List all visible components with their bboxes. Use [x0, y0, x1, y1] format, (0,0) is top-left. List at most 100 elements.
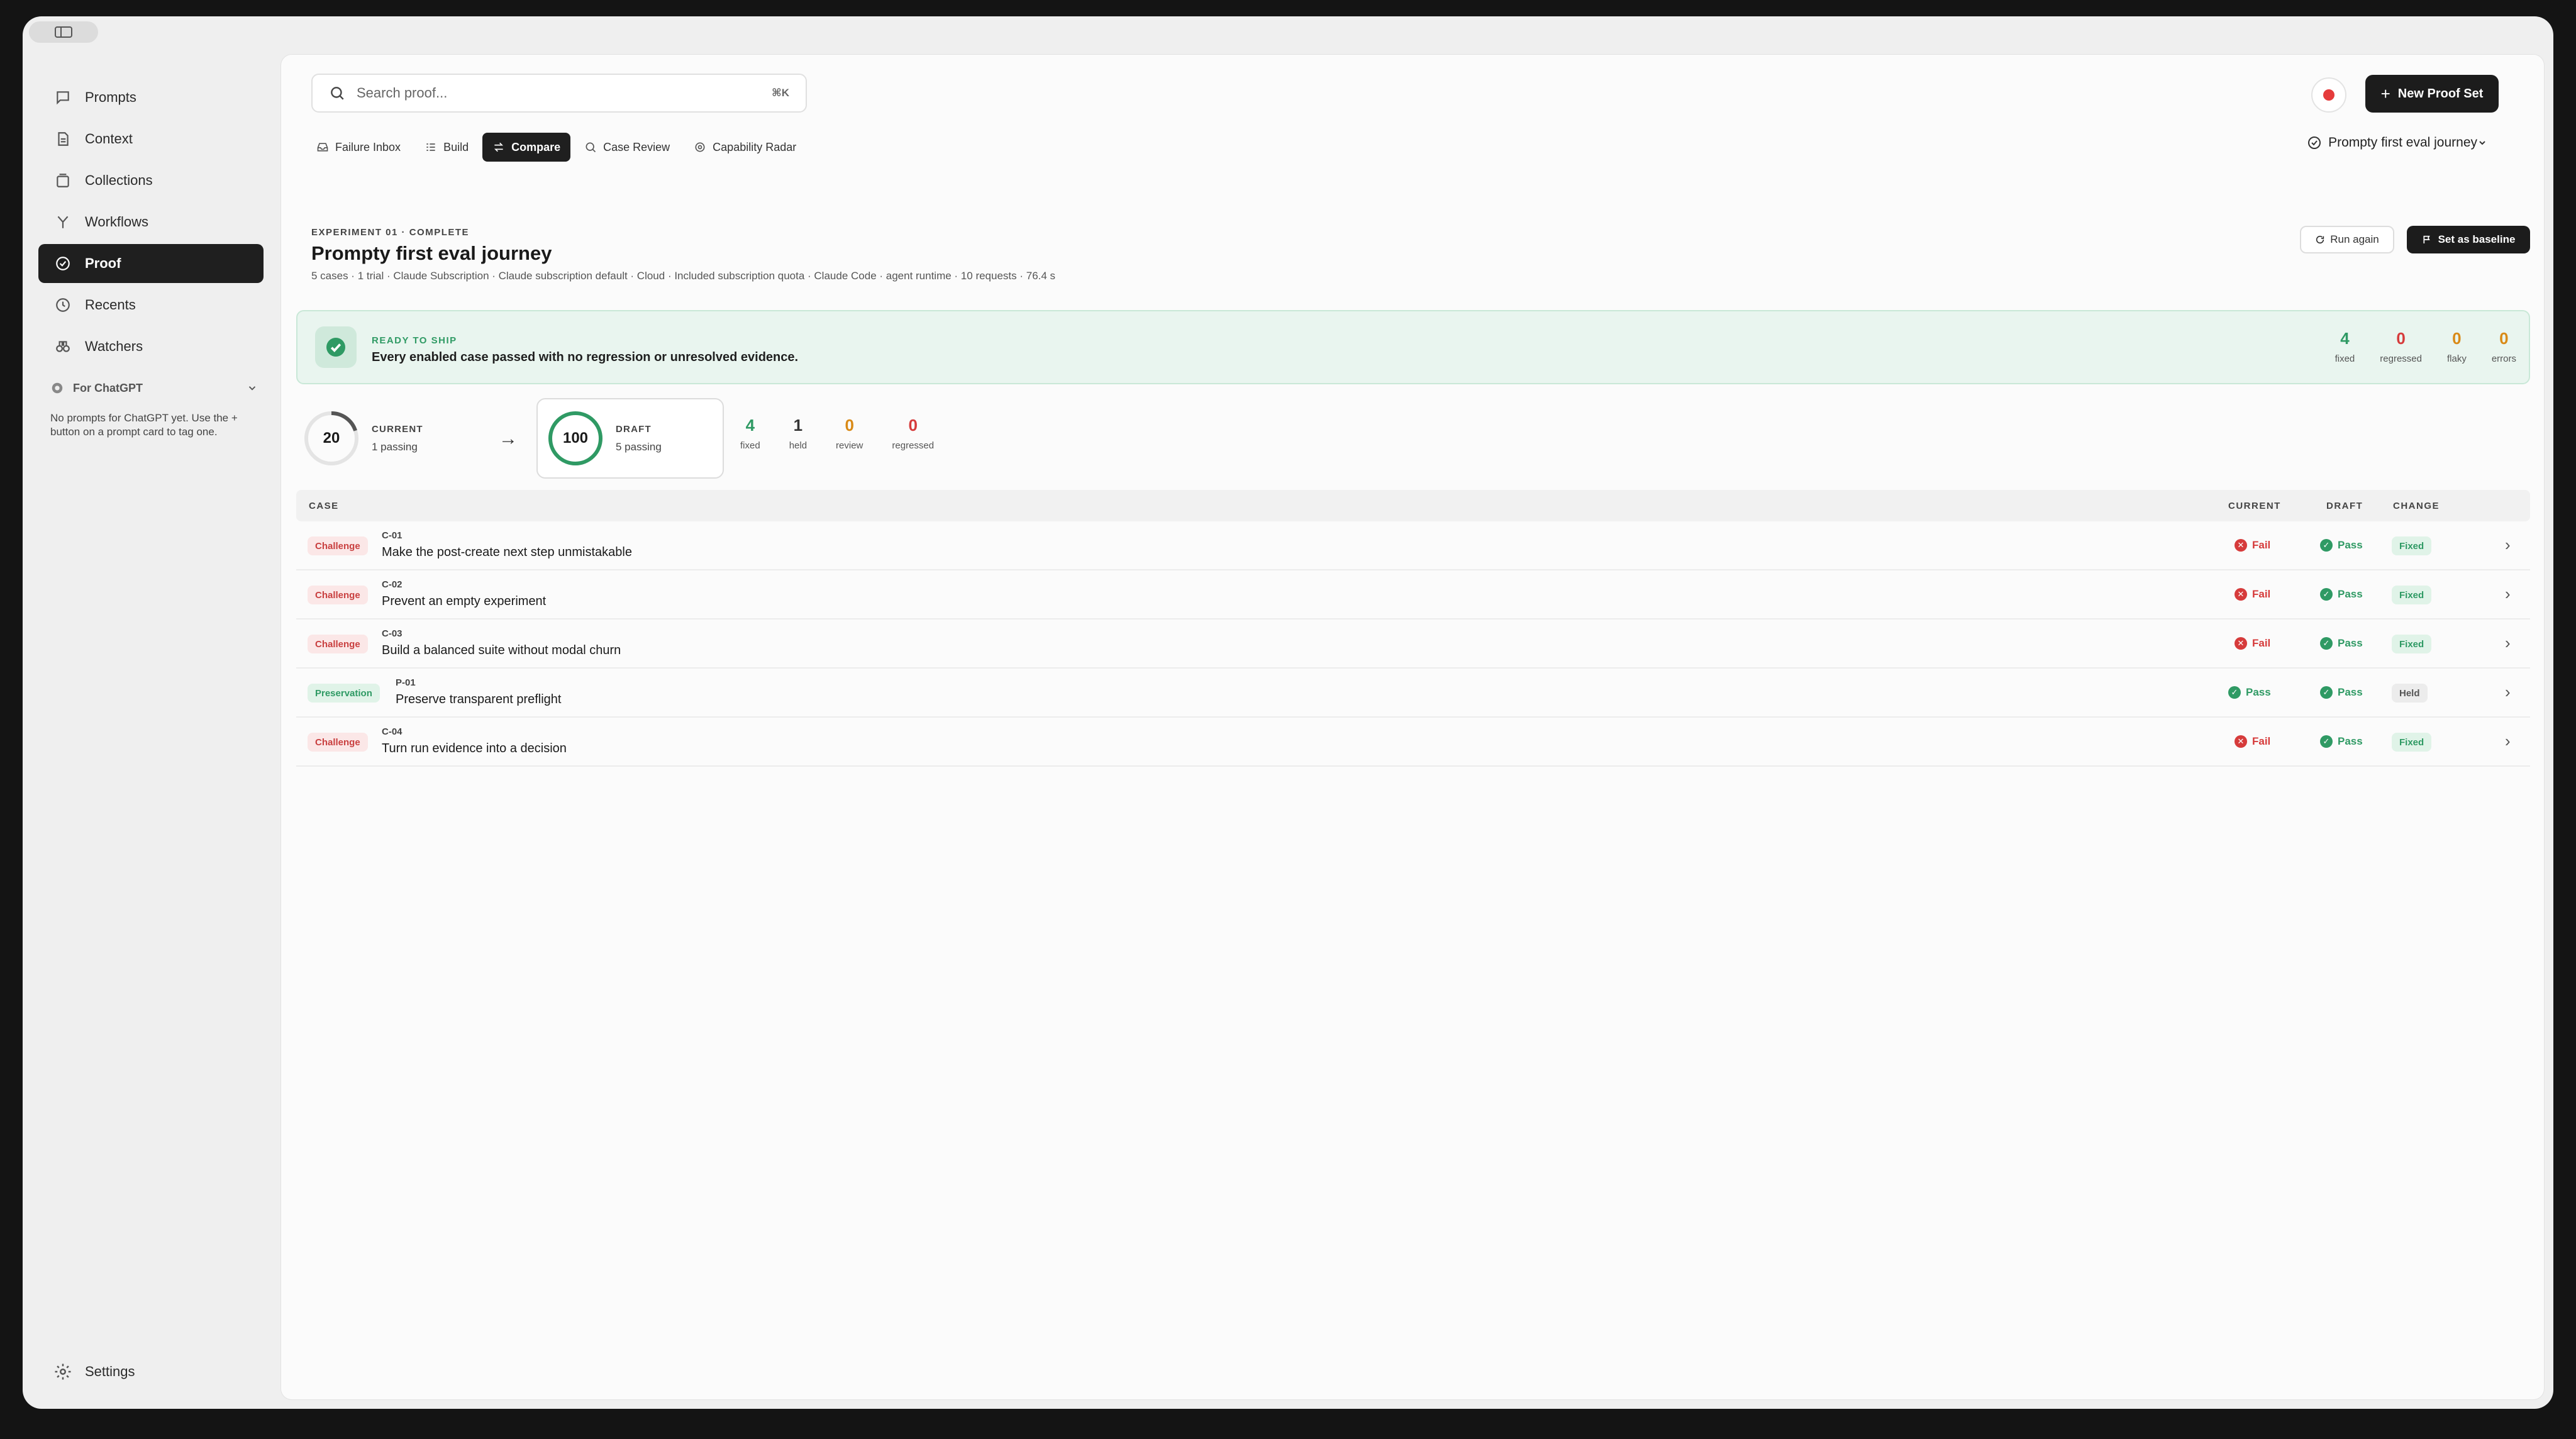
x-circle-icon: ✕	[2235, 735, 2247, 748]
set-baseline-button[interactable]: Set as baseline	[2407, 226, 2530, 253]
case-type-badge: Challenge	[308, 733, 368, 752]
chevron-right-icon: ›	[2505, 731, 2511, 750]
stat-value: 0	[2452, 329, 2462, 348]
status-label: Pass	[2338, 588, 2363, 600]
run-again-label: Run again	[2330, 233, 2379, 245]
current-score-label: CURRENT	[372, 423, 423, 435]
experiment-meta: 5 cases · 1 trial · Claude Subscription …	[311, 270, 1056, 282]
stat-value: 0	[845, 416, 854, 435]
settings-link[interactable]: Settings	[53, 1362, 135, 1381]
check-circle-icon: ✓	[2320, 686, 2333, 699]
current-status: ✕ Fail	[2235, 735, 2270, 748]
sidebar-item-label: Prompts	[85, 89, 136, 105]
sidebar-item-watchers[interactable]: Watchers	[38, 327, 264, 366]
compare-icon	[494, 142, 504, 152]
status-label: Pass	[2338, 539, 2363, 551]
status-label: Pass	[2338, 686, 2363, 698]
check-circle-icon: ✓	[2228, 686, 2241, 699]
case-title: Make the post-create next step unmistaka…	[382, 545, 632, 559]
tab-compare[interactable]: Compare	[482, 133, 571, 162]
chatgpt-section-header[interactable]: For ChatGPT	[50, 381, 258, 395]
tab-build[interactable]: Build	[414, 133, 479, 162]
table-row[interactable]: Challenge C-04 Turn run evidence into a …	[296, 718, 2530, 767]
stat-label: held	[789, 440, 808, 451]
sidebar-nav: Prompts Context Collections Workflows Pr…	[38, 78, 264, 369]
magnifier-icon	[586, 142, 596, 153]
plus-icon: +	[2380, 84, 2390, 103]
stat-value: 0	[2396, 329, 2406, 348]
new-proof-set-button[interactable]: + New Proof Set	[2365, 75, 2499, 113]
search-input[interactable]	[357, 85, 772, 101]
sidebar-item-collections[interactable]: Collections	[38, 161, 264, 200]
draft-status: ✓ Pass	[2320, 735, 2363, 748]
draft-status: ✓ Pass	[2320, 637, 2363, 650]
current-status: ✕ Fail	[2235, 539, 2270, 552]
draft-status: ✓ Pass	[2320, 539, 2363, 552]
sidebar-item-recents[interactable]: Recents	[38, 286, 264, 325]
table-row[interactable]: Challenge C-03 Build a balanced suite wi…	[296, 619, 2530, 669]
draft-score-label: DRAFT	[616, 423, 652, 435]
sidebar-item-context[interactable]: Context	[38, 119, 264, 158]
stat-regressed: 0 regressed	[2380, 329, 2422, 364]
tab-label: Failure Inbox	[335, 140, 401, 153]
status-label: Fail	[2252, 539, 2271, 551]
workflow-icon	[53, 213, 72, 231]
draft-score-card: 100 DRAFT 5 passing	[536, 398, 724, 479]
sidebar-item-workflows[interactable]: Workflows	[38, 203, 264, 242]
table-row[interactable]: Challenge C-01 Make the post-create next…	[296, 521, 2530, 570]
status-label: Fail	[2252, 735, 2271, 747]
proof-set-selector[interactable]: Prompty first eval journey	[2307, 135, 2487, 150]
current-status: ✕ Fail	[2235, 588, 2270, 601]
search-shortcut: ⌘K	[771, 87, 789, 99]
header-draft: DRAFT	[2326, 500, 2363, 511]
list-icon	[426, 143, 435, 151]
sidebar-item-label: Proof	[85, 255, 121, 271]
change-badge: Fixed	[2392, 536, 2432, 555]
set-baseline-label: Set as baseline	[2438, 233, 2516, 245]
case-title: Build a balanced suite without modal chu…	[382, 643, 621, 657]
table-row[interactable]: Preservation P-01 Preserve transparent p…	[296, 669, 2530, 718]
current-status: ✓ Pass	[2228, 686, 2271, 699]
document-icon	[53, 130, 72, 148]
section-empty-text: No prompts for ChatGPT yet. Use the + bu…	[50, 412, 238, 438]
chevron-right-icon: ›	[2505, 633, 2511, 652]
stat-review: 0 review	[836, 416, 863, 451]
status-label: Pass	[2338, 735, 2363, 747]
stat-errors: 0 errors	[2492, 329, 2516, 364]
experiment-title: Prompty first eval journey	[311, 242, 552, 264]
tab-case-review[interactable]: Case Review	[574, 133, 680, 162]
clock-icon	[53, 296, 72, 314]
current-score-sub: 1 passing	[372, 440, 418, 453]
check-circle-icon: ✓	[2320, 735, 2333, 748]
header-change: CHANGE	[2393, 500, 2440, 511]
chevron-right-icon: ›	[2505, 682, 2511, 701]
stat-label: regressed	[892, 440, 935, 451]
current-status: ✕ Fail	[2235, 637, 2270, 650]
status-label: Pass	[2246, 686, 2271, 698]
stat-value: 0	[2499, 329, 2509, 348]
change-badge: Fixed	[2392, 635, 2432, 653]
sidebar-item-label: Recents	[85, 297, 136, 313]
case-title: Preserve transparent preflight	[396, 692, 562, 706]
section-title: For ChatGPT	[73, 381, 143, 394]
chevron-down-icon	[248, 386, 256, 391]
run-again-button[interactable]: Run again	[2300, 226, 2394, 253]
status-label: Pass	[2338, 637, 2363, 649]
draft-score-value: 100	[562, 430, 589, 447]
tab-capability-radar[interactable]: Capability Radar	[684, 133, 806, 162]
sidebar-item-proof[interactable]: Proof	[38, 244, 264, 283]
tab-failure-inbox[interactable]: Failure Inbox	[306, 133, 411, 162]
banner-label: READY TO SHIP	[372, 335, 457, 346]
tab-label: Compare	[511, 140, 561, 153]
tab-label: Capability Radar	[713, 140, 797, 153]
refresh-icon	[2316, 235, 2324, 244]
record-button[interactable]	[2311, 77, 2346, 113]
draft-status: ✓ Pass	[2320, 686, 2363, 699]
table-header: CASE CURRENT DRAFT CHANGE	[296, 490, 2530, 521]
sidebar-item-label: Context	[85, 131, 133, 147]
stat-label: fixed	[2334, 353, 2355, 364]
change-badge: Held	[2392, 684, 2428, 703]
table-row[interactable]: Challenge C-02 Prevent an empty experime…	[296, 570, 2530, 619]
sidebar-item-prompts[interactable]: Prompts	[38, 78, 264, 117]
case-id: C-01	[382, 530, 402, 541]
